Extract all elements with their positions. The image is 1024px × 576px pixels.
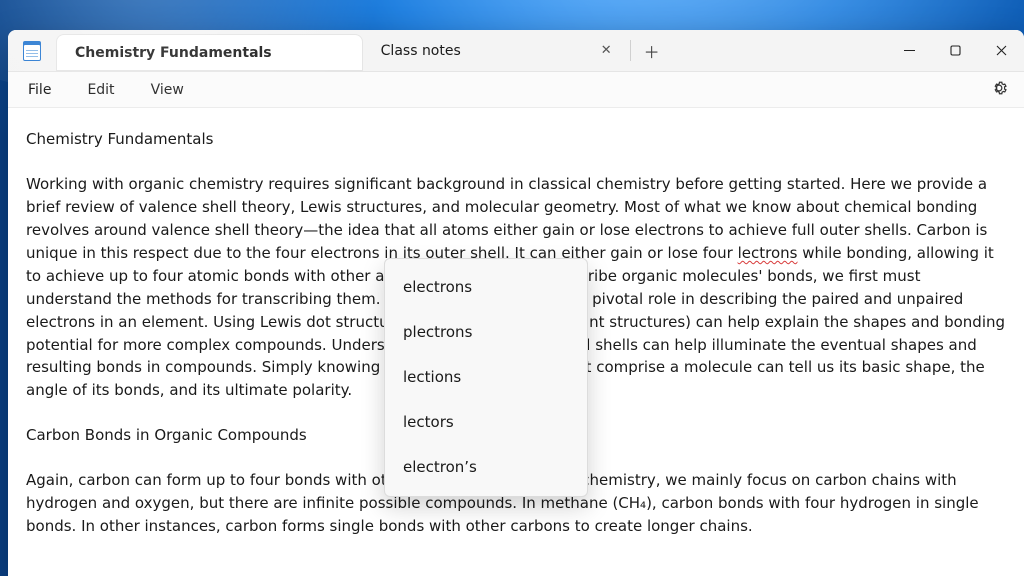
menu-view[interactable]: View bbox=[147, 78, 188, 102]
minimize-icon bbox=[904, 45, 915, 56]
menu-bar: File Edit View bbox=[8, 72, 1024, 108]
suggestion-item[interactable]: lectors bbox=[385, 400, 587, 445]
titlebar-drag-area[interactable] bbox=[669, 30, 886, 71]
title-bar: Chemistry Fundamentals Class notes ✕ ＋ bbox=[8, 30, 1024, 72]
app-icon bbox=[8, 30, 56, 71]
tab-divider bbox=[630, 40, 631, 61]
close-icon bbox=[996, 45, 1007, 56]
maximize-icon bbox=[950, 45, 961, 56]
suggestion-item[interactable]: lections bbox=[385, 355, 587, 400]
close-window-button[interactable] bbox=[978, 30, 1024, 71]
menu-edit[interactable]: Edit bbox=[83, 78, 118, 102]
tab-chemistry-fundamentals[interactable]: Chemistry Fundamentals bbox=[56, 34, 363, 71]
gear-icon bbox=[990, 79, 1008, 97]
menu-file[interactable]: File bbox=[24, 78, 55, 102]
close-tab-icon[interactable]: ✕ bbox=[597, 39, 616, 62]
settings-button[interactable] bbox=[990, 79, 1008, 101]
maximize-button[interactable] bbox=[932, 30, 978, 71]
tab-label: Class notes bbox=[381, 43, 461, 59]
suggestion-item[interactable]: plectrons bbox=[385, 310, 587, 355]
tab-class-notes[interactable]: Class notes ✕ bbox=[363, 30, 626, 71]
minimize-button[interactable] bbox=[886, 30, 932, 71]
tab-label: Chemistry Fundamentals bbox=[75, 45, 272, 61]
suggestion-item[interactable]: electron’s bbox=[385, 445, 587, 490]
notepad-window: Chemistry Fundamentals Class notes ✕ ＋ F… bbox=[8, 30, 1024, 576]
new-tab-button[interactable]: ＋ bbox=[635, 30, 669, 71]
suggestion-item[interactable]: electrons bbox=[385, 265, 587, 310]
spellcheck-suggestions-popup: electrons plectrons lections lectors ele… bbox=[384, 258, 588, 497]
text-editor[interactable]: Chemistry Fundamentals Working with orga… bbox=[8, 108, 1024, 576]
doc-heading: Chemistry Fundamentals bbox=[26, 128, 1006, 151]
misspelled-word[interactable]: lectrons bbox=[738, 244, 798, 262]
